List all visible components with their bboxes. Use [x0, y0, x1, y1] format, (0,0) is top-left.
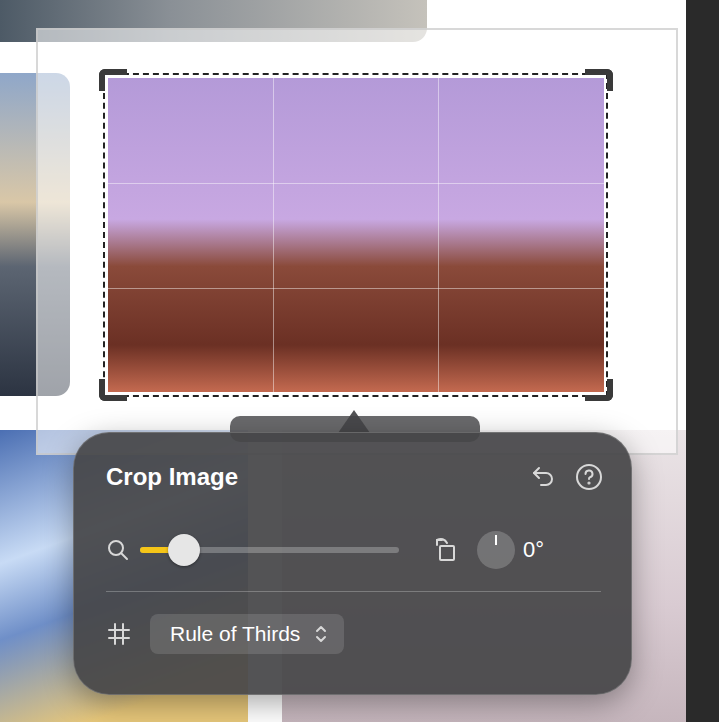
grid-icon[interactable]: [106, 621, 132, 647]
popover-title: Crop Image: [106, 463, 529, 491]
divider: [106, 591, 601, 592]
crop-frame: [103, 73, 608, 397]
title-row: Crop Image: [106, 463, 603, 491]
grid-row: Rule of Thirds: [106, 614, 603, 654]
undo-icon[interactable]: [529, 463, 557, 491]
sidebar-strip: [686, 0, 719, 722]
dial-tick: [495, 535, 497, 545]
crop-handle[interactable]: [585, 379, 613, 401]
grid-line: [108, 183, 604, 184]
rotation-reading: 0°: [523, 537, 544, 563]
crop-handle[interactable]: [585, 69, 613, 91]
grid-line: [273, 78, 274, 392]
magnifier-icon[interactable]: [106, 538, 130, 562]
chevron-updown-icon[interactable]: [314, 623, 328, 645]
popover-arrow: [338, 410, 370, 433]
grid-line: [108, 288, 604, 289]
rotate-icon[interactable]: [433, 536, 459, 564]
rotation-dial[interactable]: [477, 531, 515, 569]
grid-line: [438, 78, 439, 392]
grid-label: Rule of Thirds: [170, 622, 300, 646]
zoom-slider[interactable]: [140, 547, 399, 553]
grid-dropdown[interactable]: Rule of Thirds: [150, 614, 344, 654]
crop-handle[interactable]: [99, 69, 127, 91]
zoom-knob[interactable]: [168, 534, 200, 566]
zoom-row: 0°: [106, 531, 603, 569]
crop-popover: Crop Image 0° Rule of Thirds: [73, 432, 632, 695]
help-icon[interactable]: [575, 463, 603, 491]
crop-handle[interactable]: [99, 379, 127, 401]
selected-image: [108, 78, 604, 392]
